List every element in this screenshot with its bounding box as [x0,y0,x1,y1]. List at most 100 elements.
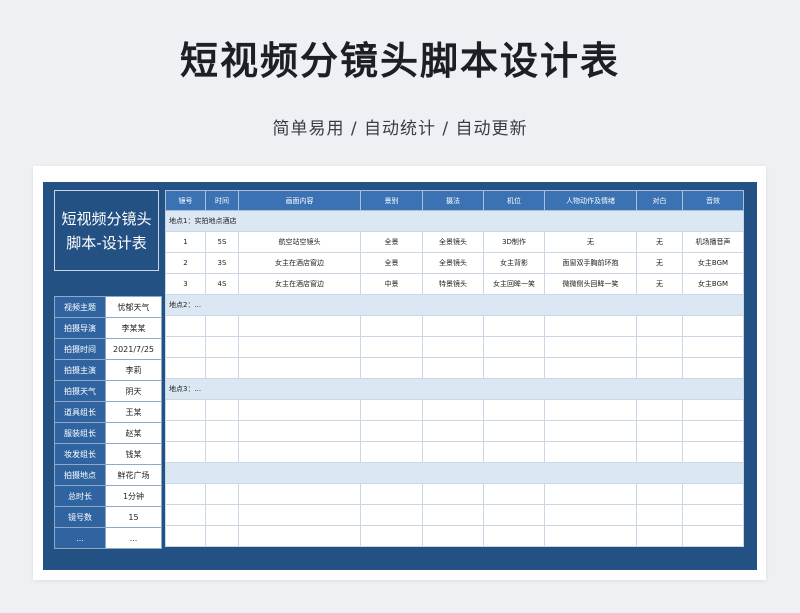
table-cell[interactable] [360,420,423,442]
table-cell[interactable]: 无 [636,252,683,274]
table-cell[interactable] [205,420,239,442]
table-cell[interactable] [682,504,744,526]
info-value[interactable]: 阴天 [105,380,162,402]
table-cell[interactable] [483,483,545,505]
table-cell[interactable] [483,315,545,337]
table-cell[interactable]: 5S [205,231,239,253]
table-cell[interactable] [483,399,545,421]
table-cell[interactable]: 4S [205,273,239,295]
info-value[interactable]: 鲜花广场 [105,464,162,486]
table-cell[interactable] [165,525,206,547]
table-cell[interactable]: 航空站空镜头 [238,231,361,253]
table-cell[interactable] [422,357,484,379]
table-cell[interactable] [360,483,423,505]
table-cell[interactable] [205,525,239,547]
table-cell[interactable]: 无 [544,231,637,253]
table-cell[interactable] [422,315,484,337]
table-cell[interactable]: 全景镜头 [422,231,484,253]
table-cell[interactable] [544,420,637,442]
table-cell[interactable]: 3S [205,252,239,274]
table-cell[interactable]: 女主背影 [483,252,545,274]
table-cell[interactable] [544,336,637,358]
table-cell[interactable] [238,504,361,526]
table-cell[interactable] [636,357,683,379]
table-cell[interactable] [205,336,239,358]
table-cell[interactable] [165,483,206,505]
table-cell[interactable] [422,504,484,526]
info-value[interactable]: 1分钟 [105,485,162,507]
table-cell[interactable]: 3D制作 [483,231,545,253]
table-cell[interactable] [165,441,206,463]
table-cell[interactable] [682,525,744,547]
table-cell[interactable]: 女主回眸一笑 [483,273,545,295]
table-cell[interactable] [682,357,744,379]
table-cell[interactable] [636,399,683,421]
section-label[interactable]: 地点1：实拍地点酒店 [165,210,744,232]
table-cell[interactable] [636,525,683,547]
section-label[interactable]: 地点2：... [165,294,744,316]
table-cell[interactable] [544,315,637,337]
table-cell[interactable] [360,504,423,526]
table-cell[interactable] [544,483,637,505]
table-cell[interactable]: 女主BGM [682,252,744,274]
info-value[interactable]: 赵某 [105,422,162,444]
table-cell[interactable] [682,336,744,358]
table-cell[interactable] [682,441,744,463]
section-label[interactable]: 地点3：... [165,378,744,400]
table-cell[interactable] [636,336,683,358]
table-cell[interactable] [682,420,744,442]
info-value[interactable]: 忧郁天气 [105,296,162,318]
table-cell[interactable] [483,441,545,463]
table-cell[interactable]: 无 [636,231,683,253]
table-cell[interactable]: 2 [165,252,206,274]
table-cell[interactable] [483,525,545,547]
table-cell[interactable]: 全景 [360,252,423,274]
table-cell[interactable] [360,357,423,379]
table-cell[interactable] [483,336,545,358]
table-cell[interactable] [636,483,683,505]
table-cell[interactable] [636,420,683,442]
table-cell[interactable] [238,525,361,547]
table-cell[interactable] [165,399,206,421]
table-cell[interactable]: 1 [165,231,206,253]
table-cell[interactable] [636,315,683,337]
table-cell[interactable] [238,336,361,358]
info-value[interactable]: 王某 [105,401,162,423]
table-cell[interactable] [165,315,206,337]
table-cell[interactable]: 女主在酒店窗边 [238,273,361,295]
table-cell[interactable] [360,525,423,547]
table-cell[interactable] [483,504,545,526]
table-cell[interactable] [165,336,206,358]
info-value[interactable]: 2021/7/25 [105,338,162,360]
table-cell[interactable] [360,399,423,421]
table-cell[interactable]: 3 [165,273,206,295]
table-cell[interactable]: 机场播音声 [682,231,744,253]
table-cell[interactable] [544,399,637,421]
table-cell[interactable] [422,441,484,463]
info-value[interactable]: ... [105,527,162,549]
table-cell[interactable] [483,420,545,442]
table-cell[interactable] [544,441,637,463]
table-cell[interactable] [205,399,239,421]
table-cell[interactable] [238,441,361,463]
info-value[interactable]: 钱某 [105,443,162,465]
table-cell[interactable] [238,357,361,379]
table-cell[interactable] [422,483,484,505]
table-cell[interactable]: 全景镜头 [422,252,484,274]
table-cell[interactable] [165,504,206,526]
table-cell[interactable] [422,336,484,358]
section-label[interactable] [165,462,744,484]
table-cell[interactable] [238,315,361,337]
info-value[interactable]: 李莉 [105,359,162,381]
table-cell[interactable] [238,399,361,421]
table-cell[interactable]: 微微侧头回眸一笑 [544,273,637,295]
table-cell[interactable] [205,483,239,505]
table-cell[interactable] [205,315,239,337]
table-cell[interactable] [544,357,637,379]
info-value[interactable]: 15 [105,506,162,528]
table-cell[interactable]: 女主BGM [682,273,744,295]
table-cell[interactable] [422,420,484,442]
table-cell[interactable]: 中景 [360,273,423,295]
table-cell[interactable] [238,483,361,505]
table-cell[interactable] [544,504,637,526]
